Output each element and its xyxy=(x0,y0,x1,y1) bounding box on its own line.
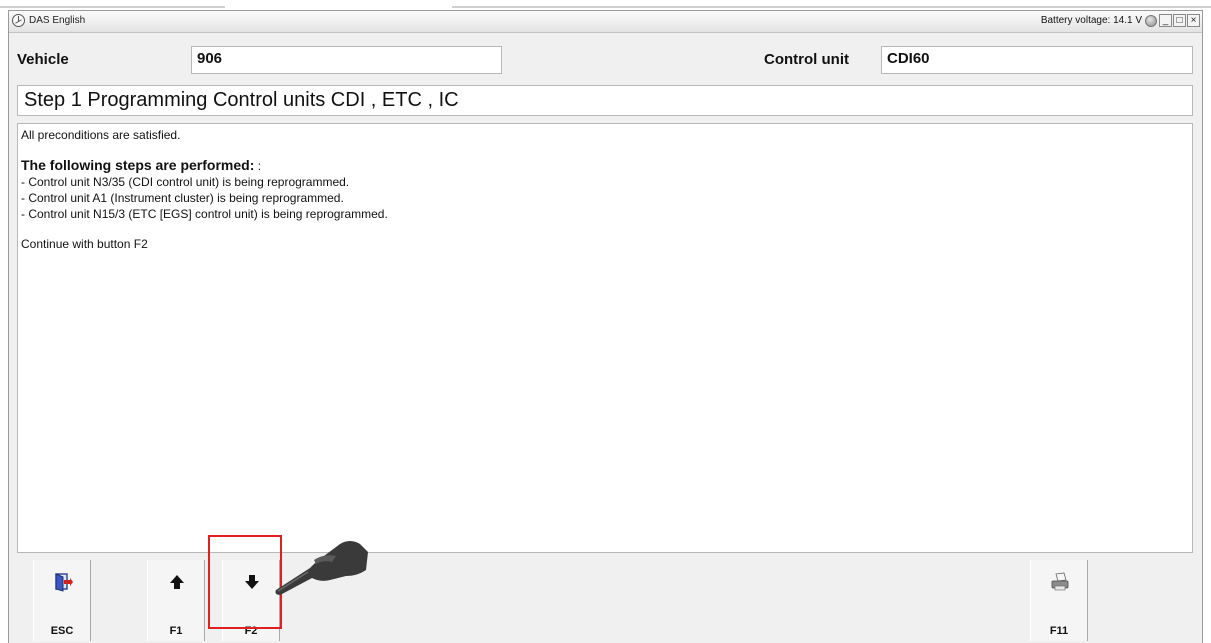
esc-label: ESC xyxy=(50,625,74,637)
mercedes-star-icon xyxy=(12,14,25,27)
control-unit-field: CDI60 xyxy=(881,46,1193,74)
continue-instruction: Continue with button F2 xyxy=(21,237,148,251)
step-item: - Control unit N3/35 (CDI control unit) … xyxy=(21,175,350,189)
steps-heading: The following steps are performed: : xyxy=(21,157,1192,174)
top-strip-segment xyxy=(452,6,1211,8)
battery-status-icon xyxy=(1145,15,1157,27)
title-bar: DAS English Battery voltage: 14.1 V _ □ … xyxy=(9,11,1202,33)
f1-label: F1 xyxy=(169,625,183,637)
step-item: - Control unit A1 (Instrument cluster) i… xyxy=(21,191,344,205)
battery-voltage-text: Battery voltage: 14.1 V xyxy=(1040,15,1142,26)
exit-door-icon xyxy=(55,573,73,592)
minimize-button[interactable]: _ xyxy=(1159,14,1172,27)
f11-button[interactable]: F11 xyxy=(1030,560,1088,641)
steps-heading-text: The following steps are performed: xyxy=(21,157,255,173)
esc-button[interactable]: ESC xyxy=(33,560,91,641)
close-button[interactable]: × xyxy=(1187,14,1200,27)
steps-heading-suffix: : xyxy=(254,159,262,173)
preconditions-text: All preconditions are satisfied. xyxy=(21,128,181,142)
das-window: DAS English Battery voltage: 14.1 V _ □ … xyxy=(8,10,1203,643)
message-panel: All preconditions are satisfied. The fol… xyxy=(17,123,1193,553)
vehicle-label: Vehicle xyxy=(17,51,69,68)
vehicle-field: 906 xyxy=(191,46,502,74)
step-title: Step 1 Programming Control units CDI , E… xyxy=(17,85,1193,116)
arrow-up-icon xyxy=(170,575,184,589)
top-strip-segment xyxy=(0,6,225,8)
f1-button[interactable]: F1 xyxy=(147,560,205,641)
printer-icon xyxy=(1051,572,1069,591)
step-item: - Control unit N15/3 (ETC [EGS] control … xyxy=(21,207,388,221)
control-unit-label: Control unit xyxy=(764,51,849,68)
f11-label: F11 xyxy=(1049,625,1069,637)
pointing-hand-icon xyxy=(275,541,368,595)
window-title: DAS English xyxy=(29,15,86,26)
top-strip xyxy=(0,0,1211,10)
maximize-button[interactable]: □ xyxy=(1173,14,1186,27)
